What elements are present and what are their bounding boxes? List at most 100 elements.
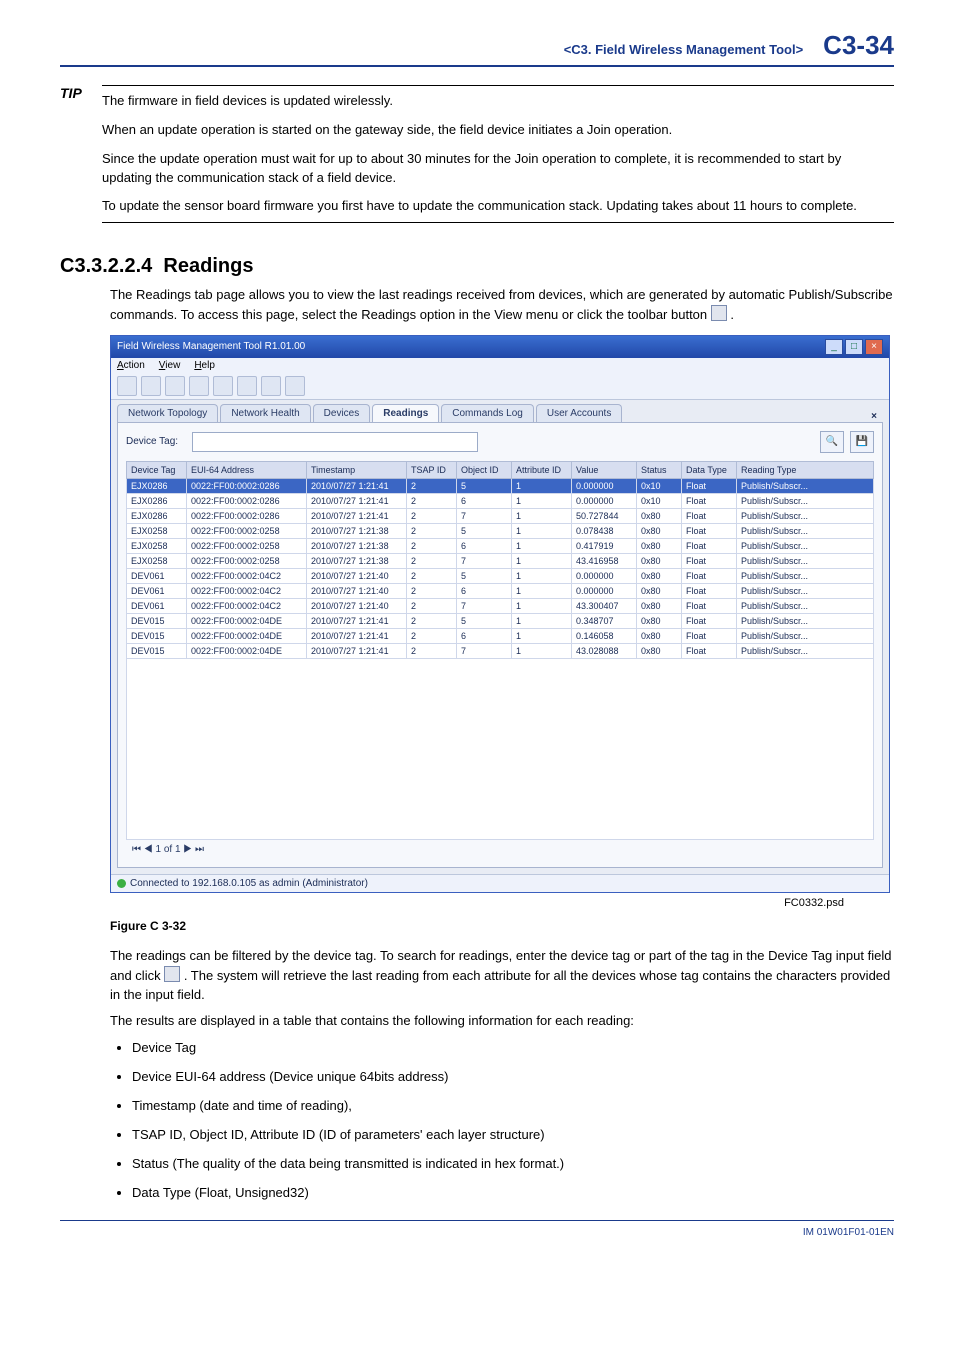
toolbar-button[interactable] [261,376,281,396]
table-cell: DEV015 [127,613,187,628]
toolbar-button[interactable] [189,376,209,396]
table-row[interactable]: DEV0610022:FF00:0002:04C22010/07/27 1:21… [127,583,874,598]
tab-readings[interactable]: Readings [372,404,439,422]
table-cell: Float [682,568,737,583]
table-row[interactable]: DEV0610022:FF00:0002:04C22010/07/27 1:21… [127,568,874,583]
table-row[interactable]: EJX02860022:FF00:0002:02862010/07/27 1:2… [127,493,874,508]
close-button[interactable]: × [865,339,883,355]
col-timestamp[interactable]: Timestamp [307,461,407,478]
device-tag-input[interactable] [192,432,478,452]
window-title: Field Wireless Management Tool R1.01.00 [117,341,305,352]
table-cell: 2010/07/27 1:21:38 [307,538,407,553]
tab-close-icon[interactable]: × [865,411,883,422]
tab-commands-log[interactable]: Commands Log [441,404,534,422]
titlebar[interactable]: Field Wireless Management Tool R1.01.00 … [111,336,889,358]
table-cell: Publish/Subscr... [737,523,874,538]
tab-user-accounts[interactable]: User Accounts [536,404,622,422]
menu-view[interactable]: View [159,360,181,371]
tab-devices[interactable]: Devices [313,404,371,422]
page-footer: IM 01W01F01-01EN [60,1220,894,1238]
table-cell: 0x80 [637,628,682,643]
after-para-2: The results are displayed in a table tha… [110,1012,894,1031]
table-cell: 0.078438 [572,523,637,538]
table-cell: 1 [512,643,572,658]
list-item: Timestamp (date and time of reading), [132,1097,894,1116]
table-cell: 7 [457,598,512,613]
save-icon[interactable]: 💾 [850,431,874,453]
table-cell: 2 [407,523,457,538]
col-status[interactable]: Status [637,461,682,478]
table-cell: 1 [512,568,572,583]
table-cell: Float [682,538,737,553]
toolbar-button[interactable] [285,376,305,396]
table-cell: Float [682,628,737,643]
header-title: <C3. Field Wireless Management Tool> [564,42,803,57]
table-cell: Float [682,523,737,538]
table-cell: 0.000000 [572,478,637,493]
table-cell: 0.000000 [572,583,637,598]
table-cell: 0x80 [637,523,682,538]
col-tsap-id[interactable]: TSAP ID [407,461,457,478]
menu-action[interactable]: Action [117,360,145,371]
table-cell: DEV015 [127,643,187,658]
table-cell: 1 [512,508,572,523]
table-cell: Float [682,493,737,508]
tab-network-topology[interactable]: Network Topology [117,404,218,422]
table-cell: Publish/Subscr... [737,508,874,523]
table-row[interactable]: EJX02580022:FF00:0002:02582010/07/27 1:2… [127,523,874,538]
table-cell: 1 [512,478,572,493]
search-icon[interactable]: 🔍 [820,431,844,453]
list-item: Device Tag [132,1039,894,1058]
pager-prev-icon[interactable]: ◀ [144,844,153,855]
table-cell: 0x80 [637,583,682,598]
table-cell: Publish/Subscr... [737,478,874,493]
list-item: Device EUI-64 address (Device unique 64b… [132,1068,894,1087]
col-eui64[interactable]: EUI-64 Address [187,461,307,478]
table-cell: 2 [407,613,457,628]
table-cell: 1 [512,583,572,598]
toolbar-button[interactable] [117,376,137,396]
col-object-id[interactable]: Object ID [457,461,512,478]
toolbar-button[interactable] [213,376,233,396]
grid-empty-area [126,659,874,840]
table-row[interactable]: DEV0150022:FF00:0002:04DE2010/07/27 1:21… [127,628,874,643]
col-data-type[interactable]: Data Type [682,461,737,478]
toolbar-button[interactable] [165,376,185,396]
table-cell: 7 [457,553,512,568]
table-cell: EJX0286 [127,508,187,523]
table-cell: 43.028088 [572,643,637,658]
col-reading-type[interactable]: Reading Type [737,461,874,478]
table-row[interactable]: DEV0150022:FF00:0002:04DE2010/07/27 1:21… [127,643,874,658]
toolbar-button[interactable] [237,376,257,396]
table-row[interactable]: DEV0150022:FF00:0002:04DE2010/07/27 1:21… [127,613,874,628]
col-attribute-id[interactable]: Attribute ID [512,461,572,478]
pager-first-icon[interactable]: ⏮ [132,844,141,855]
table-cell: 0x80 [637,508,682,523]
bullet-list: Device Tag Device EUI-64 address (Device… [110,1039,894,1202]
readings-panel: Device Tag: 🔍 💾 Device Tag EUI-64 Addres… [117,422,883,868]
table-row[interactable]: EJX02580022:FF00:0002:02582010/07/27 1:2… [127,553,874,568]
header-page: C3-34 [823,30,894,61]
table-row[interactable]: DEV0610022:FF00:0002:04C22010/07/27 1:21… [127,598,874,613]
pager-last-icon[interactable]: ⏭ [195,844,204,855]
table-row[interactable]: EJX02860022:FF00:0002:02862010/07/27 1:2… [127,508,874,523]
table-row[interactable]: EJX02580022:FF00:0002:02582010/07/27 1:2… [127,538,874,553]
table-row[interactable]: EJX02860022:FF00:0002:02862010/07/27 1:2… [127,478,874,493]
table-cell: 0x80 [637,568,682,583]
menu-help[interactable]: Help [194,360,215,371]
table-cell: Float [682,613,737,628]
pager: ⏮ ◀ 1 of 1 ▶ ⏭ [126,840,874,859]
toolbar-button[interactable] [141,376,161,396]
table-cell: 0x80 [637,643,682,658]
maximize-button[interactable]: □ [845,339,863,355]
table-cell: 6 [457,493,512,508]
minimize-button[interactable]: _ [825,339,843,355]
device-tag-label: Device Tag: [126,436,186,447]
table-cell: 5 [457,568,512,583]
table-cell: Float [682,598,737,613]
pager-next-icon[interactable]: ▶ [183,844,192,855]
col-value[interactable]: Value [572,461,637,478]
tip-para: When an update operation is started on t… [102,121,894,140]
tab-network-health[interactable]: Network Health [220,404,310,422]
col-device-tag[interactable]: Device Tag [127,461,187,478]
